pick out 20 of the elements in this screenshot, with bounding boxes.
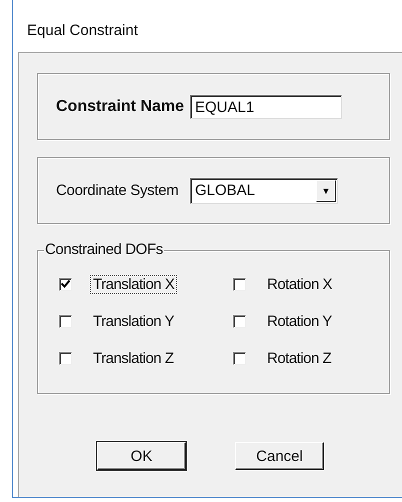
checkmark-icon [61,280,70,288]
checkbox[interactable] [59,314,72,328]
checkbox[interactable] [233,314,246,328]
checkbox-label[interactable]: Rotation Z [264,348,334,368]
dialog-button[interactable]: Cancel [235,442,324,470]
checkbox[interactable] [233,352,246,364]
checkbox[interactable] [59,352,72,364]
checkbox-label[interactable]: Translation Z [90,348,176,368]
dialog-button[interactable]: OK [97,442,186,470]
checkbox-label[interactable]: Translation X [90,274,178,294]
input-field[interactable]: EQUAL1 [190,94,342,118]
window-title: Equal Constraint [26,20,139,40]
field-label: Coordinate System [56,182,180,199]
checkbox-label[interactable]: Translation Y [90,312,178,330]
checkbox[interactable] [59,278,72,290]
field-label: Constraint Name [56,98,186,116]
dropdown[interactable]: GLOBAL ▼ [190,178,338,204]
checkbox[interactable] [233,278,246,290]
checkbox-label[interactable]: Rotation Y [264,312,335,330]
checkbox-label[interactable]: Rotation X [264,274,336,294]
